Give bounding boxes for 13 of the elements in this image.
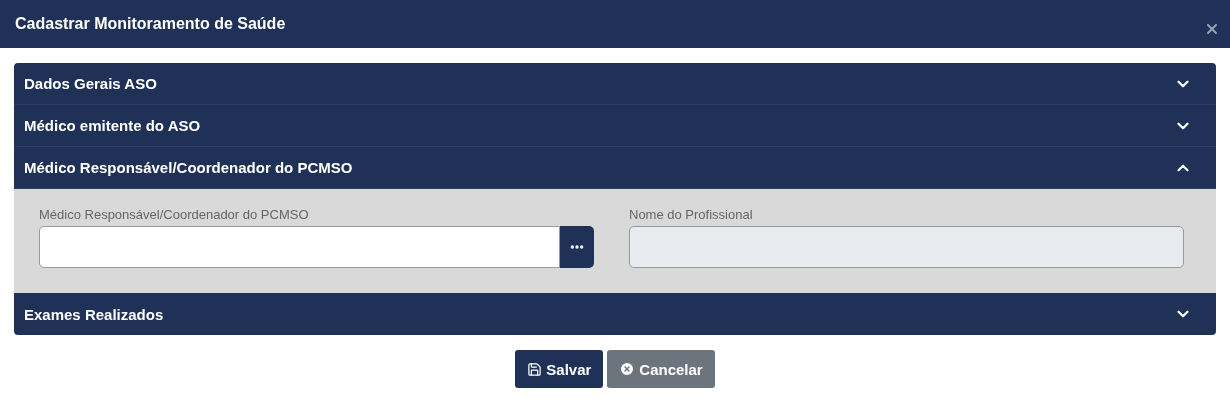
window-title: Cadastrar Monitoramento de Saúde [15, 15, 286, 33]
close-icon [1204, 21, 1220, 37]
accordion-header[interactable]: Médico emitente do ASO [14, 105, 1216, 147]
circle-x-icon [619, 361, 636, 377]
save-button[interactable]: Salvar [515, 350, 604, 388]
accordion-header[interactable]: Médico Responsável/Coordenador do PCMSO [14, 147, 1216, 189]
field-label: Nome do Profissional [629, 207, 754, 222]
accordion-header[interactable]: Dados Gerais ASO [14, 63, 1216, 105]
accordion-header[interactable]: Exames Realizados [14, 293, 1216, 335]
cancel-button[interactable]: Cancelar [607, 350, 715, 388]
field-label: Médico Responsável/Coordenador do PCMSO [39, 207, 310, 222]
input-field[interactable] [39, 226, 560, 268]
lookup-button[interactable] [560, 226, 594, 268]
